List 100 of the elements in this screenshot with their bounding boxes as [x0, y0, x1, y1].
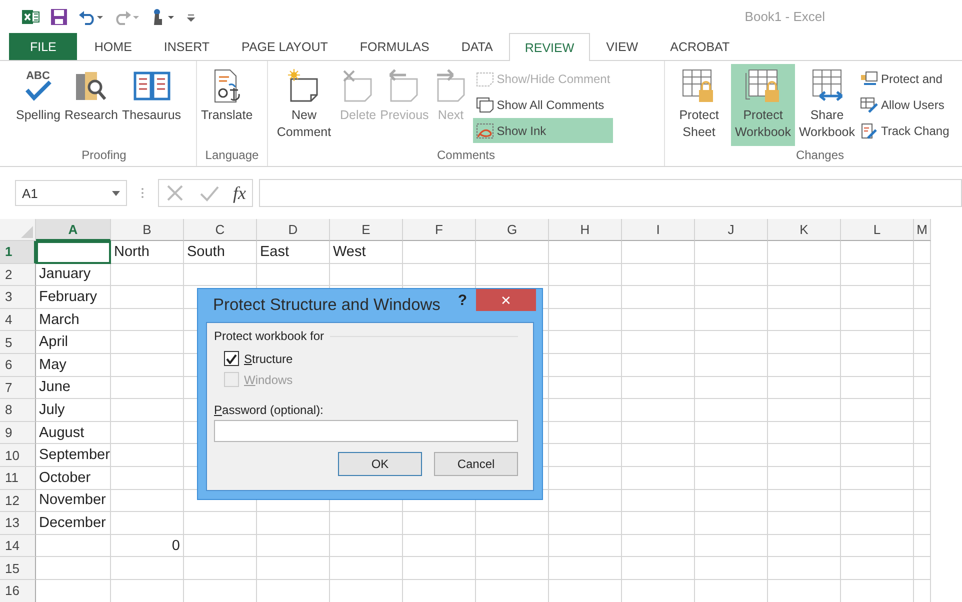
- ribbon-button[interactable]: Protect Workbook: [731, 64, 795, 146]
- row-header[interactable]: 11: [0, 466, 36, 490]
- row-header[interactable]: 2: [0, 264, 36, 286]
- group-label: Proofing: [80, 148, 128, 164]
- grip-icon: [141, 187, 144, 199]
- group-label: Language: [204, 148, 260, 164]
- column-header[interactable]: L: [841, 219, 914, 241]
- column-header[interactable]: H: [549, 219, 622, 241]
- ribbon-button[interactable]: Protect Sheet: [667, 64, 731, 146]
- ribbon-tab[interactable]: INSERT: [148, 33, 226, 60]
- table-cell[interactable]: January: [36, 264, 111, 286]
- column-header[interactable]: M: [914, 219, 931, 241]
- ribbon-button[interactable]: Show Ink: [472, 118, 614, 143]
- ribbon-button[interactable]: Track Chang: [859, 118, 950, 143]
- column-header[interactable]: J: [695, 219, 768, 241]
- table-cell[interactable]: East: [257, 241, 330, 264]
- password-label: Password (optional):: [214, 403, 324, 417]
- row-header[interactable]: 5: [0, 331, 36, 354]
- ribbon-tab[interactable]: HOME: [78, 33, 148, 60]
- note-icon: [476, 70, 494, 86]
- group-label: Protect workbook for: [214, 329, 324, 343]
- ink-icon: [476, 122, 494, 138]
- table-cell[interactable]: October: [36, 466, 111, 490]
- ribbon-button[interactable]: Show All Comments: [472, 92, 614, 117]
- row-header[interactable]: 9: [0, 422, 36, 444]
- column-header[interactable]: D: [257, 219, 330, 241]
- ribbon-button[interactable]: Research: [62, 64, 120, 146]
- undo-icon[interactable]: [78, 8, 104, 24]
- ribbon-button[interactable]: ABC Spelling: [14, 64, 62, 146]
- table-cell[interactable]: November: [36, 490, 111, 512]
- close-button[interactable]: ✕: [476, 289, 536, 311]
- redo-icon[interactable]: [114, 8, 140, 24]
- row-header[interactable]: 16: [0, 580, 36, 602]
- row-header[interactable]: 4: [0, 308, 36, 332]
- ribbon-tab[interactable]: PAGE LAYOUT: [226, 33, 344, 60]
- row-header[interactable]: 10: [0, 444, 36, 467]
- ribbon-button[interactable]: New Comment: [270, 64, 338, 146]
- table-cell[interactable]: December: [36, 512, 111, 535]
- customize-icon[interactable]: [186, 12, 196, 22]
- checkbox-label[interactable]: Structure: [244, 352, 293, 366]
- table-cell[interactable]: April: [36, 331, 111, 354]
- ribbon-button[interactable]: Share Workbook: [795, 64, 859, 146]
- formula-input[interactable]: [259, 179, 962, 207]
- insert-function-button[interactable]: fx: [233, 182, 246, 204]
- table-cell[interactable]: September: [36, 444, 111, 467]
- column-header[interactable]: C: [184, 219, 257, 241]
- row-header[interactable]: 1: [0, 241, 36, 264]
- track-pencil-icon: [860, 122, 878, 138]
- row-header[interactable]: 6: [0, 354, 36, 377]
- row-header[interactable]: 12: [0, 490, 36, 512]
- table-cell[interactable]: March: [36, 308, 111, 332]
- column-header[interactable]: E: [330, 219, 403, 241]
- table-cell[interactable]: West: [330, 241, 403, 264]
- ribbon-tab[interactable]: REVIEW: [508, 33, 590, 61]
- check-icon: [226, 354, 237, 364]
- table-cell[interactable]: August: [36, 422, 111, 444]
- ribbon-tab[interactable]: FILE: [9, 33, 78, 60]
- row-header[interactable]: 8: [0, 399, 36, 422]
- ribbon-tab[interactable]: ACROBAT: [654, 33, 746, 60]
- checkbox[interactable]: [224, 351, 239, 366]
- ribbon-button[interactable]: Translate: [199, 64, 255, 146]
- help-button[interactable]: ?: [454, 292, 471, 309]
- cancel-icon[interactable]: [165, 183, 185, 203]
- table-cell[interactable]: February: [36, 286, 111, 309]
- ribbon-button[interactable]: Thesaurus: [120, 64, 184, 146]
- password-field[interactable]: [214, 420, 518, 442]
- window-title: Book1 - Excel: [744, 9, 825, 24]
- ribbon-tab[interactable]: FORMULAS: [344, 33, 446, 60]
- row-header[interactable]: 14: [0, 534, 36, 558]
- column-header[interactable]: K: [768, 219, 841, 241]
- group-label: Changes: [794, 148, 846, 164]
- row-header[interactable]: 15: [0, 557, 36, 580]
- excel-logo-icon: [22, 8, 40, 24]
- table-cell[interactable]: May: [36, 354, 111, 377]
- select-all-icon[interactable]: [21, 226, 33, 238]
- column-header[interactable]: F: [403, 219, 476, 241]
- column-header[interactable]: A: [36, 219, 111, 241]
- ribbon-tab[interactable]: DATA: [445, 33, 509, 60]
- table-cell[interactable]: North: [111, 241, 184, 264]
- table-cell[interactable]: June: [36, 376, 111, 400]
- table-cell[interactable]: 0: [111, 534, 184, 558]
- ribbon-tab[interactable]: VIEW: [590, 33, 654, 60]
- dialog-button[interactable]: OK: [338, 452, 422, 476]
- column-header[interactable]: B: [111, 219, 184, 241]
- column-header[interactable]: G: [476, 219, 549, 241]
- row-header[interactable]: 13: [0, 512, 36, 535]
- table-cell[interactable]: July: [36, 399, 111, 422]
- workbook-lock-icon: [744, 67, 782, 105]
- ribbon-button[interactable]: Protect and: [859, 66, 950, 91]
- ribbon-button[interactable]: Allow Users: [859, 92, 950, 117]
- row-header[interactable]: 7: [0, 376, 36, 400]
- row-header[interactable]: 3: [0, 286, 36, 309]
- name-box[interactable]: A1: [15, 180, 127, 206]
- save-icon[interactable]: [50, 8, 68, 26]
- dialog-button[interactable]: Cancel: [434, 452, 518, 476]
- table-cell[interactable]: [36, 241, 111, 264]
- lock-sheet-icon: [860, 70, 878, 86]
- table-cell[interactable]: South: [184, 241, 257, 264]
- column-header[interactable]: I: [622, 219, 695, 241]
- stacked-notes-icon: [476, 96, 494, 112]
